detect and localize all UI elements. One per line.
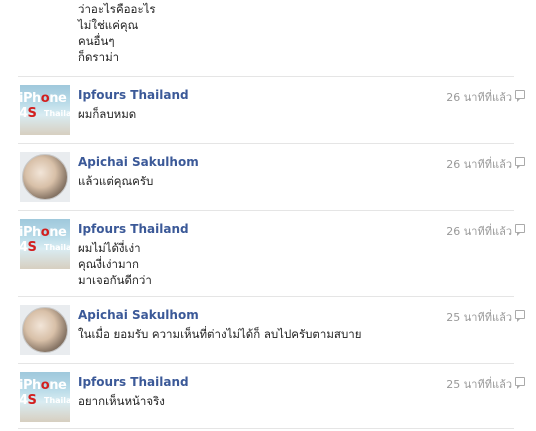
previous-line: คนอื่นๆ	[78, 34, 115, 48]
message-divider	[18, 296, 514, 297]
message-line: คุณงี่เง่ามาก	[78, 257, 139, 271]
avatar[interactable]	[20, 305, 70, 355]
message-divider	[18, 363, 514, 364]
message-divider	[18, 428, 514, 429]
previous-message-text: ว่าอะไรคืออะไร ไม่ใช่แค่คุณ คนอื่นๆ ก็ดร…	[78, 1, 156, 65]
message-line: แล้วแต่คุณครับ	[78, 174, 154, 188]
timestamp: 26 นาทีที่แล้ว	[446, 158, 512, 171]
timestamp: 25 นาทีที่แล้ว	[446, 378, 512, 391]
message-line: ในเมื่อ ยอมรับ ความเห็นที่ต่างไม่ได้ก็ ล…	[78, 327, 362, 341]
timestamp: 26 นาทีที่แล้ว	[446, 91, 512, 104]
sender-name[interactable]: Apichai Sakulhom	[78, 308, 199, 322]
avatar[interactable]: iPhone 4S Thailand	[20, 85, 70, 135]
message-divider	[18, 143, 514, 144]
sender-name[interactable]: Ipfours Thailand	[78, 222, 189, 236]
avatar-logo-subtext: Thailand	[44, 109, 70, 118]
timestamp: 26 นาทีที่แล้ว	[446, 225, 512, 238]
previous-line: ก็ดราม่า	[78, 50, 120, 64]
message-body: แล้วแต่คุณครับ	[78, 173, 153, 189]
reply-icon[interactable]	[515, 157, 525, 169]
message-line: ผมไม่ได้งี่เง่า	[78, 241, 141, 255]
avatar-logo-subtext: Thailand	[44, 243, 70, 252]
avatar-photo	[22, 154, 68, 200]
avatar-logo-subtext: Thailand	[44, 396, 70, 405]
previous-line: ไม่ใช่แค่คุณ	[78, 18, 139, 32]
message-line: อยากเห็นหน้าจริง	[78, 394, 165, 408]
sender-name[interactable]: Apichai Sakulhom	[78, 155, 199, 169]
sender-name[interactable]: Ipfours Thailand	[78, 88, 189, 102]
reply-icon[interactable]	[515, 90, 525, 102]
reply-icon[interactable]	[515, 224, 525, 236]
previous-line: ว่าอะไรคืออะไร	[78, 2, 156, 16]
message-body: อยากเห็นหน้าจริง	[78, 393, 165, 409]
timestamp: 25 นาทีที่แล้ว	[446, 311, 512, 324]
avatar[interactable]: iPhone 4S Thailand	[20, 219, 70, 269]
avatar-photo	[22, 307, 68, 353]
sender-name[interactable]: Ipfours Thailand	[78, 375, 189, 389]
message-body: ในเมื่อ ยอมรับ ความเห็นที่ต่างไม่ได้ก็ ล…	[78, 326, 361, 342]
avatar[interactable]	[20, 152, 70, 202]
message-body: ผมไม่ได้งี่เง่า คุณงี่เง่ามาก มาเจอกันดี…	[78, 240, 152, 288]
message-divider	[18, 210, 514, 211]
reply-icon[interactable]	[515, 310, 525, 322]
message-line: มาเจอกันดีกว่า	[78, 273, 152, 287]
message-line: ผมก็ลบหมด	[78, 107, 137, 121]
message-body: ผมก็ลบหมด	[78, 106, 136, 122]
reply-icon[interactable]	[515, 377, 525, 389]
message-divider	[18, 76, 514, 77]
avatar[interactable]: iPhone 4S Thailand	[20, 372, 70, 422]
